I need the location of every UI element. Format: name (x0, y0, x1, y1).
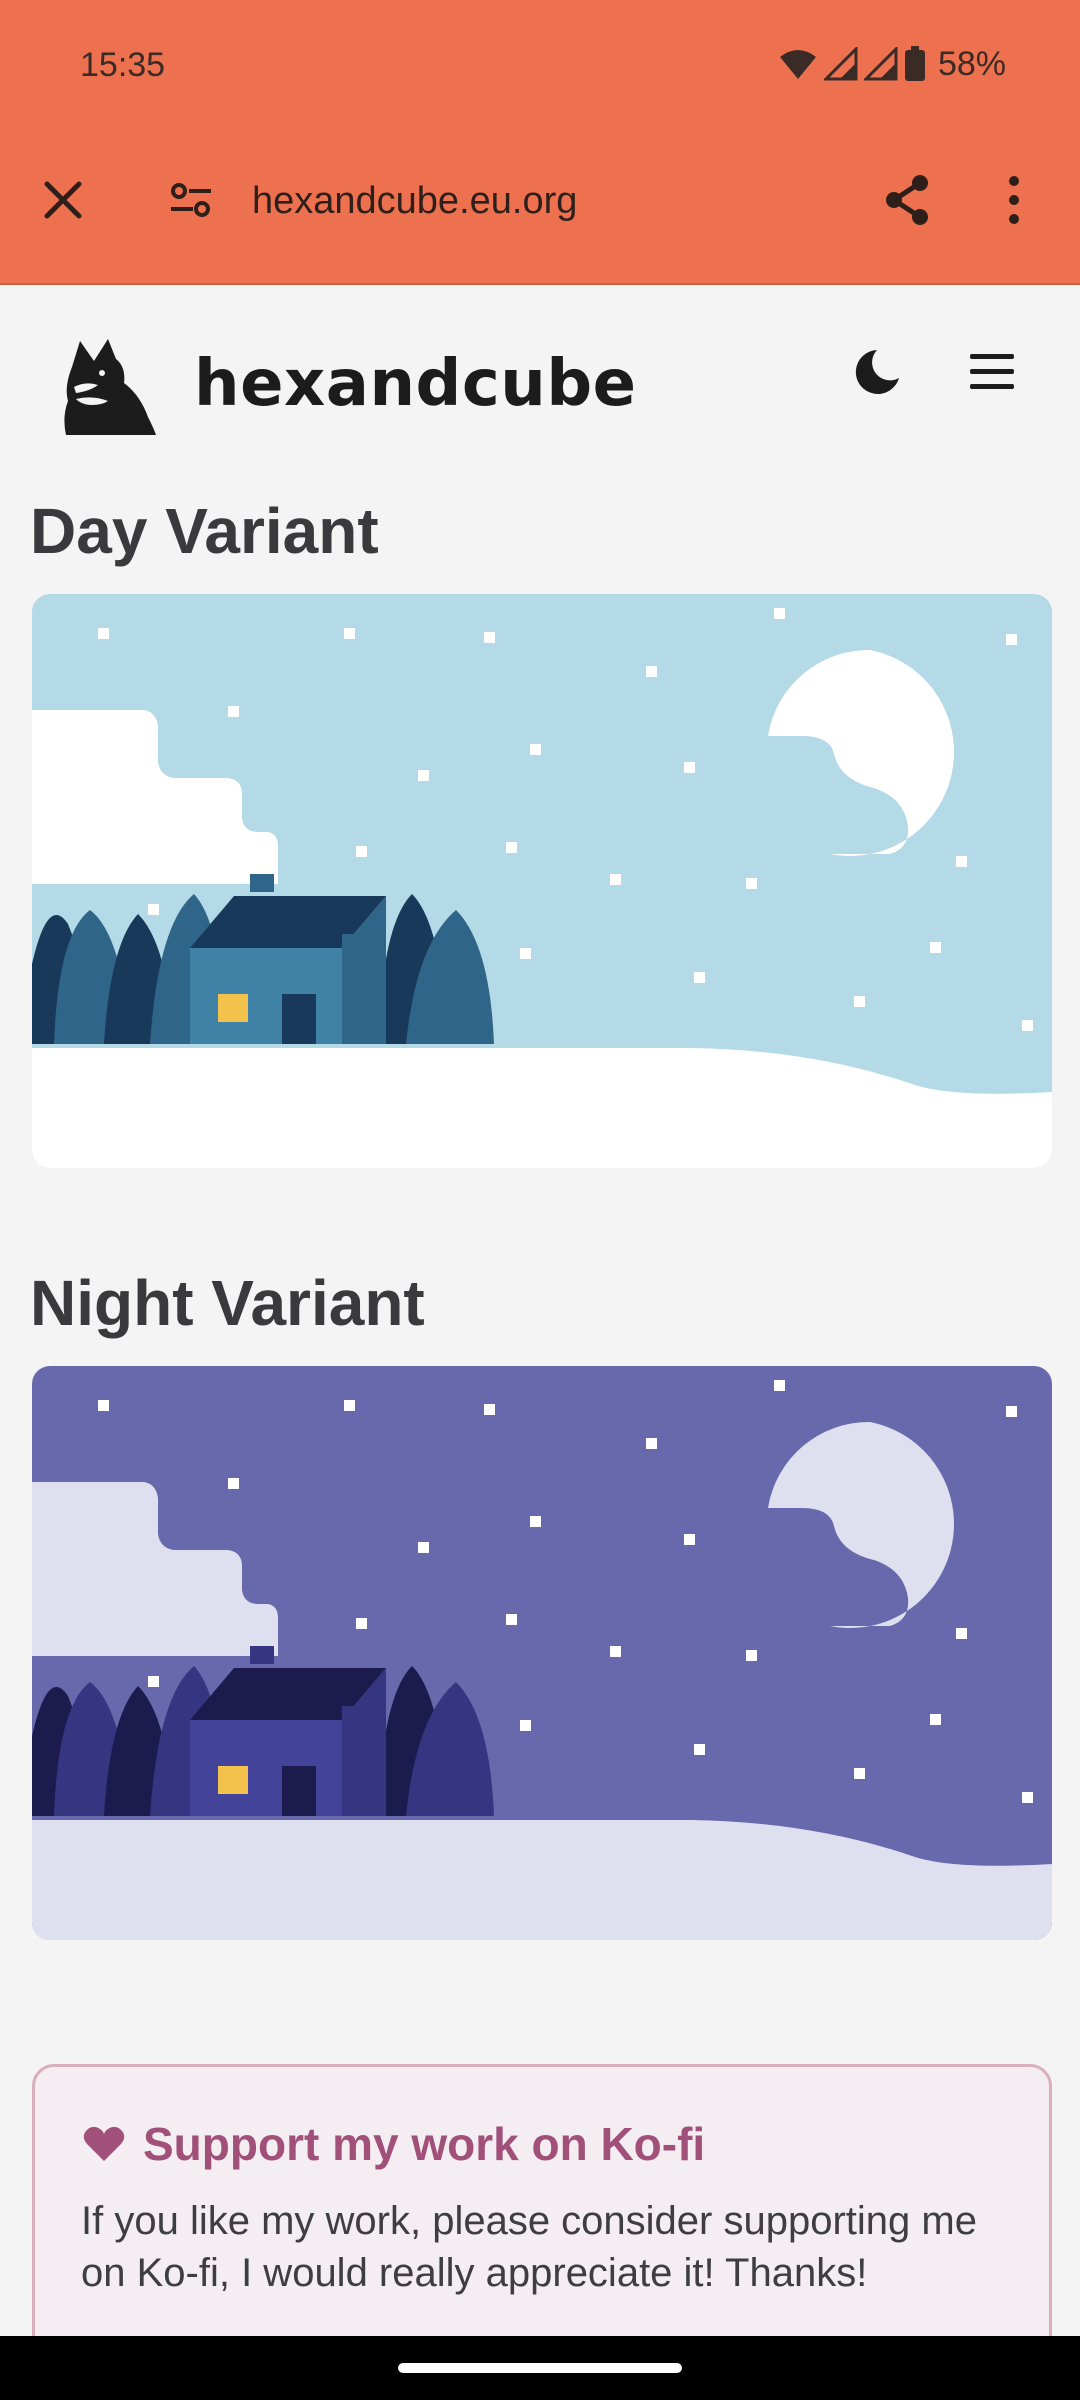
signal-icon (863, 47, 898, 81)
more-options-button[interactable] (984, 165, 1044, 235)
site-header: hexandcube (0, 287, 1080, 447)
site-settings-icon (171, 183, 211, 217)
battery-icon (904, 46, 925, 81)
theme-toggle-button[interactable] (848, 337, 908, 407)
status-icons: 58% (778, 44, 1006, 84)
share-button[interactable] (872, 165, 942, 235)
status-time: 15:35 (80, 46, 166, 84)
kofi-heading: Support my work on Ko-fi (83, 2117, 705, 2171)
menu-button[interactable] (960, 337, 1024, 407)
hamburger-menu-icon (970, 354, 1014, 389)
url-field[interactable]: hexandcube.eu.org (252, 180, 577, 223)
day-variant-heading: Day Variant (30, 495, 379, 567)
day-scene-illustration (32, 594, 1052, 1168)
kofi-body-text: If you like my work, please consider sup… (81, 2199, 977, 2295)
system-nav-bar (0, 2336, 1080, 2400)
site-brand[interactable]: hexandcube (194, 347, 637, 421)
signal-icon (823, 47, 858, 81)
share-icon (886, 175, 928, 225)
day-scene-image (32, 594, 1052, 1168)
battery-percent: 58% (937, 44, 1006, 83)
night-scene-illustration (32, 1366, 1052, 1940)
kofi-title[interactable]: Support my work on Ko-fi (143, 2117, 705, 2171)
night-variant-heading: Night Variant (30, 1267, 425, 1339)
site-settings-button[interactable] (156, 165, 226, 235)
more-vert-icon (1009, 176, 1019, 224)
heart-icon (83, 2126, 125, 2161)
wifi-icon (779, 50, 816, 79)
status-bar: 15:35 58% (0, 0, 1080, 135)
screen: 15:35 58% hexandcube.eu.org hexandcube D… (0, 0, 1080, 2400)
home-gesture-handle[interactable] (398, 2363, 682, 2373)
night-scene-image (32, 1366, 1052, 1940)
close-icon (44, 181, 82, 219)
browser-toolbar: hexandcube.eu.org (0, 135, 1080, 285)
close-tab-button[interactable] (28, 165, 98, 235)
moon-icon (855, 350, 899, 394)
fox-logo-icon[interactable] (62, 337, 158, 437)
